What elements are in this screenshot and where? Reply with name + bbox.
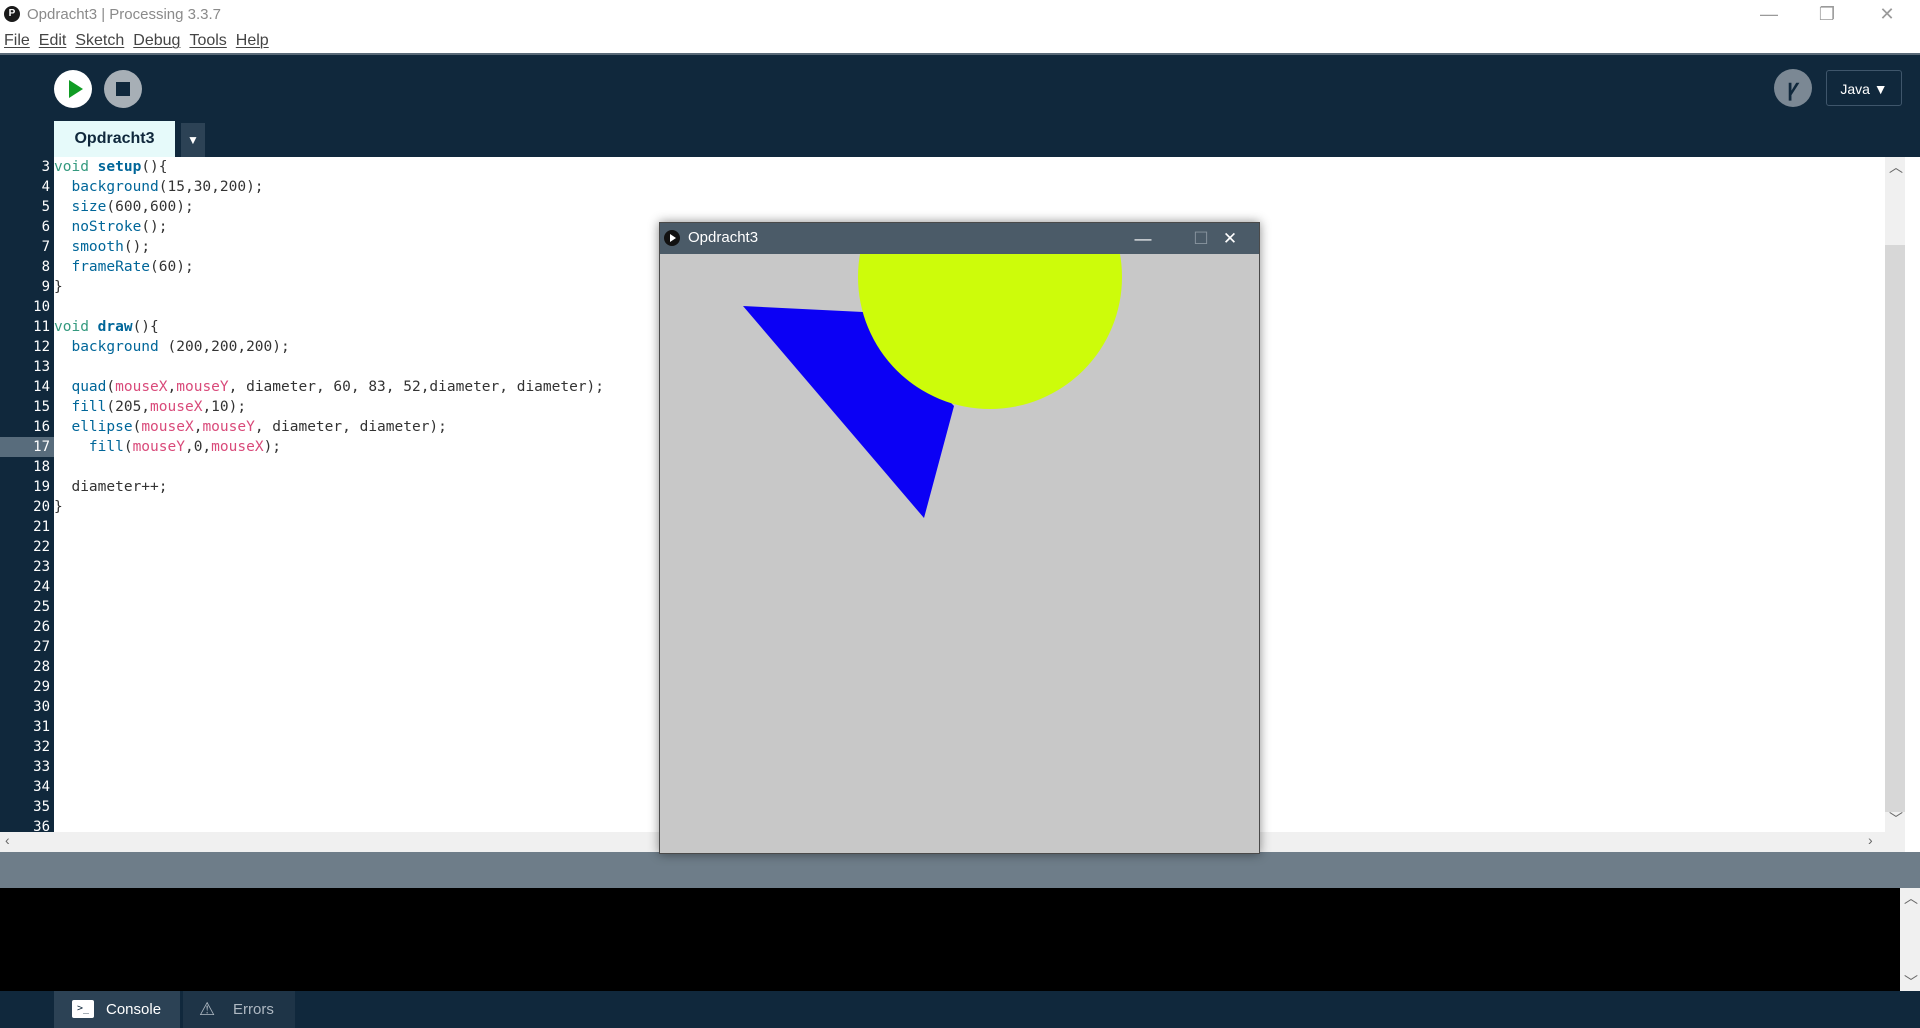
line-number: 19 (33, 479, 50, 495)
console-output[interactable] (0, 888, 1900, 991)
window-title: Opdracht3 | Processing 3.3.7 (27, 6, 222, 23)
console-scrollbar[interactable]: ︿ ﹀ (1900, 888, 1920, 991)
line-number: 3 (41, 159, 50, 175)
menu-file[interactable]: File (0, 29, 35, 53)
run-button[interactable] (54, 70, 92, 108)
line-number: 24 (33, 579, 50, 595)
line-number: 17 (33, 439, 50, 455)
menu-help[interactable]: Help (232, 29, 274, 53)
menu-sketch[interactable]: Sketch (71, 29, 129, 53)
line-number: 9 (41, 279, 50, 295)
line-number: 31 (33, 719, 50, 735)
code-line: smooth(); (71, 239, 151, 255)
line-number: 18 (33, 459, 50, 475)
line-number: 25 (33, 599, 50, 615)
line-number: 13 (33, 359, 50, 375)
sketch-play-icon (664, 230, 680, 246)
line-number: 7 (41, 239, 50, 255)
processing-app-icon: P (4, 6, 20, 22)
code-line: void setup(){ (54, 159, 168, 175)
line-number: 14 (33, 379, 50, 395)
line-number: 35 (33, 799, 50, 815)
debugger-toggle-icon[interactable]: ꝩ (1774, 69, 1812, 107)
menu-edit[interactable]: Edit (35, 29, 72, 53)
code-line: void draw(){ (54, 319, 159, 335)
sketch-minimize-button[interactable]: — (1114, 223, 1172, 254)
tab-opdracht3[interactable]: Opdracht3 (54, 121, 175, 157)
code-line: } (54, 279, 63, 295)
code-line: frameRate(60); (71, 259, 194, 275)
console-scroll-up-icon[interactable]: ︿ (1904, 888, 1918, 908)
line-number: 34 (33, 779, 50, 795)
line-number: 21 (33, 519, 50, 535)
line-number: 30 (33, 699, 50, 715)
minimize-button[interactable]: — (1740, 0, 1798, 29)
line-number: 6 (41, 219, 50, 235)
console-tab[interactable]: >_ Console (54, 991, 180, 1028)
code-line: noStroke(); (71, 219, 168, 235)
code-line: diameter++; (54, 479, 168, 495)
line-number: 20 (33, 499, 50, 515)
stop-button[interactable] (104, 70, 142, 108)
line-number: 10 (33, 299, 50, 315)
code-line: ellipse(mouseX,mouseY, diameter, diamete… (71, 419, 447, 435)
console-tab-label: Console (106, 1001, 162, 1018)
scroll-right-icon[interactable]: › (1868, 832, 1873, 848)
line-number: 27 (33, 639, 50, 655)
window-titlebar: P Opdracht3 | Processing 3.3.7 — ❐ ✕ (0, 0, 1920, 29)
line-number: 23 (33, 559, 50, 575)
line-number: 26 (33, 619, 50, 635)
sketch-close-button[interactable]: ✕ (1201, 223, 1259, 254)
sketch-canvas[interactable] (660, 254, 1259, 853)
line-number: 15 (33, 399, 50, 415)
code-line: size(600,600); (71, 199, 194, 215)
line-number: 12 (33, 339, 50, 355)
menu-debug[interactable]: Debug (129, 29, 185, 53)
line-number: 29 (33, 679, 50, 695)
code-line: fill(205,mouseX,10); (71, 399, 247, 415)
line-number: 32 (33, 739, 50, 755)
mode-selector[interactable]: Java ▼ (1826, 70, 1902, 106)
console-icon: >_ (72, 1000, 94, 1018)
line-number: 22 (33, 539, 50, 555)
line-number: 4 (41, 179, 50, 195)
close-button[interactable]: ✕ (1858, 0, 1916, 29)
restore-button[interactable]: ❐ (1798, 0, 1856, 29)
sketch-window[interactable]: Opdracht3 — ☐ ✕ (659, 222, 1260, 854)
line-number: 28 (33, 659, 50, 675)
sketch-window-title: Opdracht3 (688, 229, 759, 246)
editor-scroll-thumb[interactable] (1885, 245, 1905, 812)
code-line: fill(mouseY,0,mouseX); (88, 439, 282, 455)
code-line: background (200,200,200); (71, 339, 290, 355)
errors-tab[interactable]: ⚠ Errors (183, 991, 295, 1028)
tab-menu-button[interactable]: ▼ (181, 123, 205, 157)
line-number: 16 (33, 419, 50, 435)
scroll-up-icon[interactable]: ︿ (1889, 157, 1903, 177)
line-number: 8 (41, 259, 50, 275)
line-number-gutter: 3 4 5 6 7 8 9 10 11 12 13 14 15 16 17 18 19 20 21 22 23 24 25 2… (0, 157, 54, 835)
code-line: } (54, 499, 63, 515)
toolbar: ꝩ Java ▼ (0, 55, 1920, 157)
menu-bar: File Edit Sketch Debug Tools Help (0, 29, 1920, 55)
errors-tab-label: Errors (233, 1001, 274, 1018)
console-divider[interactable] (0, 852, 1920, 888)
scroll-down-icon[interactable]: ﹀ (1889, 809, 1903, 829)
line-number: 33 (33, 759, 50, 775)
line-number: 11 (33, 319, 50, 335)
warning-icon: ⚠ (199, 999, 216, 1019)
scroll-left-icon[interactable]: ‹ (5, 832, 10, 848)
sketch-window-titlebar: Opdracht3 — ☐ ✕ (660, 223, 1259, 254)
code-line: quad(mouseX,mouseY, diameter, 60, 83, 52… (71, 379, 605, 395)
code-line: background(15,30,200); (71, 179, 264, 195)
line-number: 5 (41, 199, 50, 215)
footer-bar: >_ Console ⚠ Errors (0, 991, 1920, 1028)
console-scroll-down-icon[interactable]: ﹀ (1904, 972, 1918, 992)
menu-tools[interactable]: Tools (185, 29, 231, 53)
